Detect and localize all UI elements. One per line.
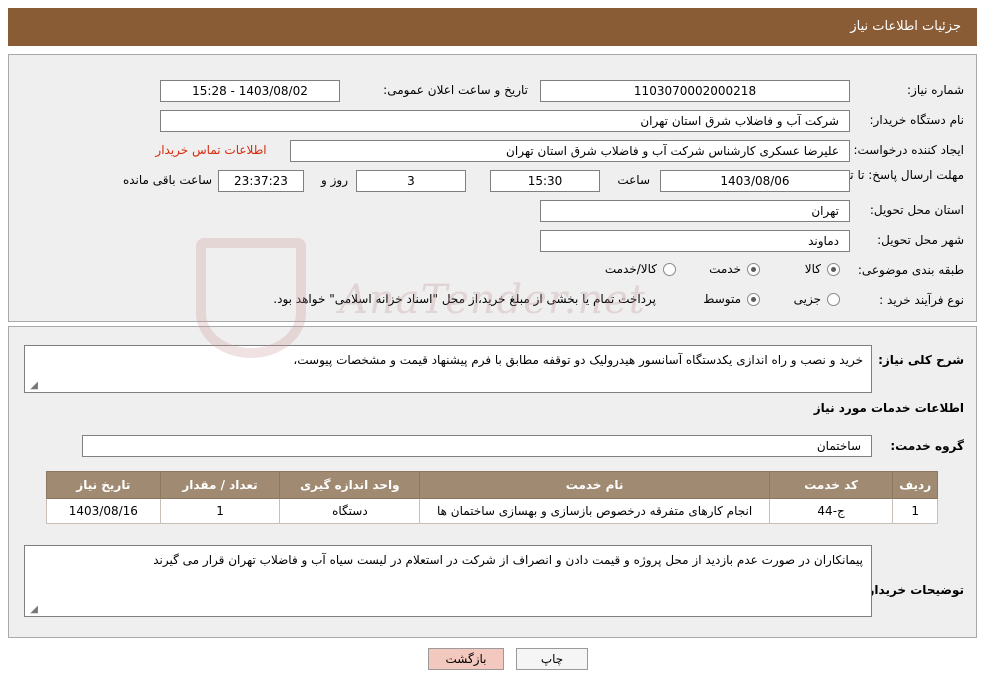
- process-radio-jozii[interactable]: [827, 293, 840, 306]
- service-group-value: ساختمان: [82, 435, 872, 457]
- services-info-heading: اطلاعات خدمات مورد نیاز: [813, 401, 964, 415]
- buyer-notes-textarea[interactable]: پیمانکاران در صورت عدم بازدید از محل پرو…: [24, 545, 872, 617]
- process-radio-motavaset[interactable]: [747, 293, 760, 306]
- watermark-shield-icon: [196, 238, 306, 358]
- page-title: جزئیات اطلاعات نیاز: [850, 19, 961, 34]
- window-titlebar: جزئیات اطلاعات نیاز: [8, 8, 977, 46]
- table-row: 1 ج-44 انجام کارهای متفرقه درخصوص بازساز…: [46, 498, 938, 524]
- category-radio-khedmat[interactable]: [747, 263, 760, 276]
- deadline-label: مهلت ارسال پاسخ: تا تاریخ:: [826, 167, 964, 183]
- deadline-date-value: 1403/08/06: [660, 170, 850, 192]
- category-label-kala-khedmat: کالا/خدمت: [604, 262, 657, 276]
- category-radio-kala-khedmat[interactable]: [663, 263, 676, 276]
- back-button[interactable]: بازگشت: [428, 648, 504, 670]
- category-label-khedmat: خدمت: [709, 262, 741, 276]
- remaining-days-label: روز و: [321, 173, 348, 187]
- buyer-contact-link[interactable]: اطلاعات تماس خریدار: [146, 143, 276, 157]
- th-row: ردیف: [892, 471, 938, 499]
- deadline-hour-value: 15:30: [490, 170, 600, 192]
- summary-label: شرح کلی نیاز:: [878, 353, 964, 367]
- page-root: جزئیات اطلاعات نیاز شماره نیاز: 11030700…: [0, 0, 985, 691]
- print-button[interactable]: چاپ: [516, 648, 588, 670]
- requester-label: ایجاد کننده درخواست:: [853, 143, 964, 157]
- province-value: تهران: [540, 200, 850, 222]
- cell-code: ج-44: [768, 498, 894, 524]
- th-unit: واحد اندازه گیری: [279, 471, 421, 499]
- cell-name: انجام کارهای متفرقه درخصوص بازسازی و بهس…: [419, 498, 770, 524]
- service-group-label: گروه خدمت:: [890, 439, 964, 453]
- remaining-time-label: ساعت باقی مانده: [122, 173, 212, 187]
- buyer-notes-label: توضیحات خریدار:: [862, 583, 964, 597]
- process-label-motavaset: متوسط: [703, 292, 741, 306]
- need-details-panel: شرح کلی نیاز: خرید و نصب و راه اندازی یک…: [8, 326, 977, 638]
- need-number-label: شماره نیاز:: [907, 83, 964, 97]
- requester-value: علیرضا عسکری کارشناس شرکت آب و فاضلاب شر…: [290, 140, 850, 162]
- deadline-hour-label: ساعت: [617, 173, 650, 187]
- resize-grip-icon-2[interactable]: ◢: [28, 605, 38, 615]
- th-name: نام خدمت: [419, 471, 770, 499]
- table-header-row: ردیف کد خدمت نام خدمت واحد اندازه گیری ت…: [46, 471, 938, 499]
- buyer-org-value: شرکت آب و فاضلاب شرق استان تهران: [160, 110, 850, 132]
- th-code: کد خدمت: [768, 471, 894, 499]
- announce-datetime-label: تاریخ و ساعت اعلان عمومی:: [383, 83, 528, 97]
- process-label-jozii: جزیی: [793, 292, 821, 306]
- category-label: طبقه بندی موضوعی:: [857, 263, 964, 277]
- process-type-label: نوع فرآیند خرید :: [879, 293, 964, 307]
- resize-grip-icon[interactable]: ◢: [28, 381, 38, 391]
- cell-date: 1403/08/16: [46, 498, 161, 524]
- city-label: شهر محل تحویل:: [877, 233, 964, 247]
- cell-unit: دستگاه: [279, 498, 421, 524]
- summary-textarea[interactable]: خرید و نصب و راه اندازی یکدستگاه آسانسور…: [24, 345, 872, 393]
- cell-row: 1: [892, 498, 938, 524]
- announce-datetime-value: 1403/08/02 - 15:28: [160, 80, 340, 102]
- remaining-days-value: 3: [356, 170, 466, 192]
- th-qty: تعداد / مقدار: [159, 471, 281, 499]
- category-radio-kala[interactable]: [827, 263, 840, 276]
- province-label: استان محل تحویل:: [869, 203, 964, 217]
- buyer-org-label: نام دستگاه خریدار:: [869, 113, 965, 127]
- cell-qty: 1: [159, 498, 281, 524]
- need-info-panel: شماره نیاز: 1103070002000218 تاریخ و ساع…: [8, 54, 977, 322]
- summary-value: خرید و نصب و راه اندازی یکدستگاه آسانسور…: [293, 353, 863, 367]
- th-date: تاریخ نیاز: [46, 471, 161, 499]
- services-table: ردیف کد خدمت نام خدمت واحد اندازه گیری ت…: [46, 471, 938, 524]
- category-label-kala: کالا: [804, 262, 821, 276]
- city-value: دماوند: [540, 230, 850, 252]
- buyer-notes-value: پیمانکاران در صورت عدم بازدید از محل پرو…: [153, 553, 863, 567]
- remaining-time-value: 23:37:23: [218, 170, 304, 192]
- need-number-value: 1103070002000218: [540, 80, 850, 102]
